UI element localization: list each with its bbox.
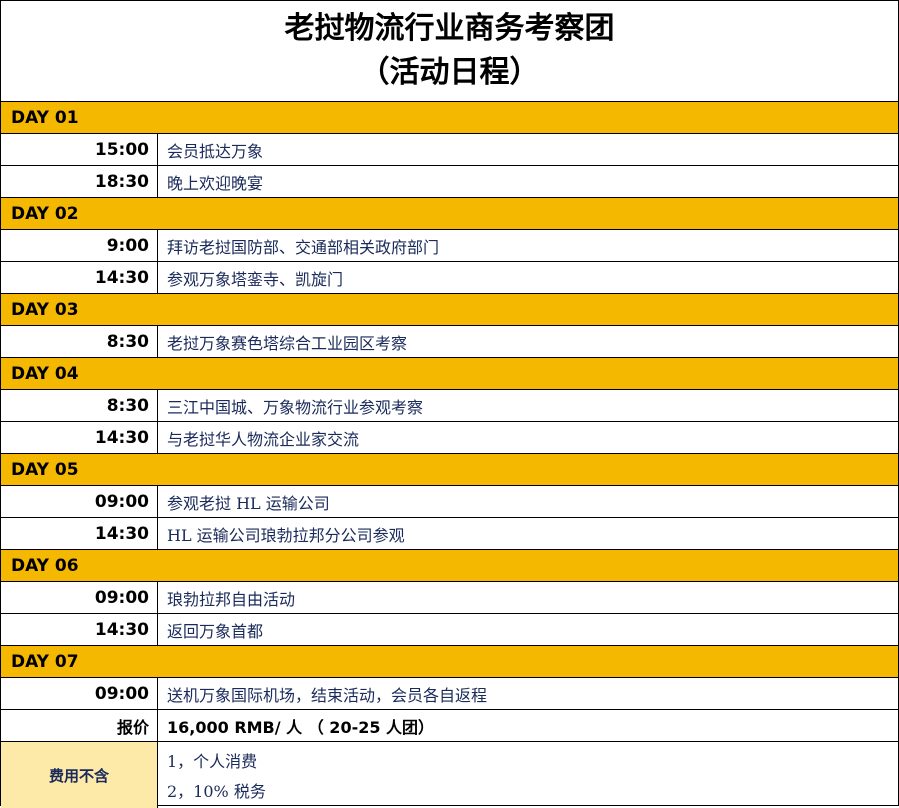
day-header: DAY 04 bbox=[1, 358, 898, 390]
schedule-time: 15:00 bbox=[1, 134, 158, 165]
schedule-row: 8:30 三江中国城、万象物流行业参观考察 bbox=[1, 390, 898, 422]
day-header: DAY 02 bbox=[1, 198, 898, 230]
schedule-time: 09:00 bbox=[1, 486, 158, 517]
schedule-row: 9:00 拜访老挝国防部、交通部相关政府部门 bbox=[1, 230, 898, 262]
exclusion-item: 2，10% 税务 bbox=[167, 782, 266, 801]
schedule-activity: 琅勃拉邦自由活动 bbox=[167, 589, 296, 609]
schedule-row: 14:30 返回万象首都 bbox=[1, 614, 898, 646]
schedule-time: 18:30 bbox=[1, 166, 158, 197]
schedule-time: 14:30 bbox=[1, 262, 158, 293]
title-subtitle: （活动日程） bbox=[359, 55, 540, 90]
day-header: DAY 03 bbox=[1, 294, 898, 326]
schedule-activity: 参观老挝 HL 运输公司 bbox=[167, 493, 330, 513]
schedule-time: 9:00 bbox=[1, 230, 158, 261]
schedule-activity: 送机万象国际机场，结束活动，会员各自返程 bbox=[167, 685, 488, 705]
schedule-row: 14:30 与老挝华人物流企业家交流 bbox=[1, 422, 898, 454]
day-header: DAY 06 bbox=[1, 550, 898, 582]
exclusions-list: 1，个人消费 2，10% 税务 bbox=[158, 742, 898, 808]
schedule-row: 14:30 参观万象塔銮寺、凯旋门 bbox=[1, 262, 898, 294]
schedule-activity: 拜访老挝国防部、交通部相关政府部门 bbox=[167, 237, 440, 257]
day-header: DAY 01 bbox=[1, 102, 898, 134]
itinerary-sheet: 老挝物流行业商务考察团 （活动日程） DAY 01 15:00 会员抵达万象 18:3… bbox=[0, 0, 899, 808]
schedule-activity: 三江中国城、万象物流行业参观考察 bbox=[167, 397, 424, 417]
schedule-activity: 老挝万象赛色塔综合工业园区考察 bbox=[167, 333, 408, 353]
schedule-time: 14:30 bbox=[1, 518, 158, 549]
schedule-body: DAY 01 15:00 会员抵达万象 18:30 晚上欢迎晚宴 DAY 02 9:00 拜访… bbox=[1, 102, 898, 710]
schedule-row: 09:00 送机万象国际机场，结束活动，会员各自返程 bbox=[1, 678, 898, 710]
schedule-activity: 返回万象首都 bbox=[167, 621, 264, 641]
schedule-time: 14:30 bbox=[1, 422, 158, 453]
schedule-time: 09:00 bbox=[1, 678, 158, 709]
schedule-time: 8:30 bbox=[1, 390, 158, 421]
schedule-row: 8:30 老挝万象赛色塔综合工业园区考察 bbox=[1, 326, 898, 358]
schedule-time: 8:30 bbox=[1, 326, 158, 357]
schedule-activity: 会员抵达万象 bbox=[167, 141, 264, 161]
schedule-row: 18:30 晚上欢迎晚宴 bbox=[1, 166, 898, 198]
schedule-row: 09:00 参观老挝 HL 运输公司 bbox=[1, 486, 898, 518]
schedule-time: 14:30 bbox=[1, 614, 158, 645]
schedule-activity: HL 运输公司琅勃拉邦分公司参观 bbox=[167, 525, 405, 545]
day-header: DAY 05 bbox=[1, 454, 898, 486]
schedule-row: 14:30 HL 运输公司琅勃拉邦分公司参观 bbox=[1, 518, 898, 550]
title-main: 老挝物流行业商务考察团 bbox=[284, 11, 615, 46]
price-label: 报价 bbox=[1, 710, 158, 741]
exclusions-label: 费用不含 bbox=[1, 742, 158, 808]
schedule-activity: 参观万象塔銮寺、凯旋门 bbox=[167, 269, 344, 289]
document-title: 老挝物流行业商务考察团 （活动日程） bbox=[1, 1, 898, 102]
exclusions-row: 费用不含 1，个人消费 2，10% 税务 bbox=[1, 742, 898, 808]
price-row: 报价 16,000 RMB/ 人 （ 20-25 人团） bbox=[1, 710, 898, 742]
schedule-activity: 晚上欢迎晚宴 bbox=[167, 173, 264, 193]
day-header: DAY 07 bbox=[1, 646, 898, 678]
price-value: 16,000 RMB/ 人 （ 20-25 人团） bbox=[167, 717, 435, 737]
exclusion-item: 1，个人消费 bbox=[167, 752, 258, 771]
schedule-row: 15:00 会员抵达万象 bbox=[1, 134, 898, 166]
schedule-activity: 与老挝华人物流企业家交流 bbox=[167, 429, 360, 449]
schedule-time: 09:00 bbox=[1, 582, 158, 613]
schedule-row: 09:00 琅勃拉邦自由活动 bbox=[1, 582, 898, 614]
